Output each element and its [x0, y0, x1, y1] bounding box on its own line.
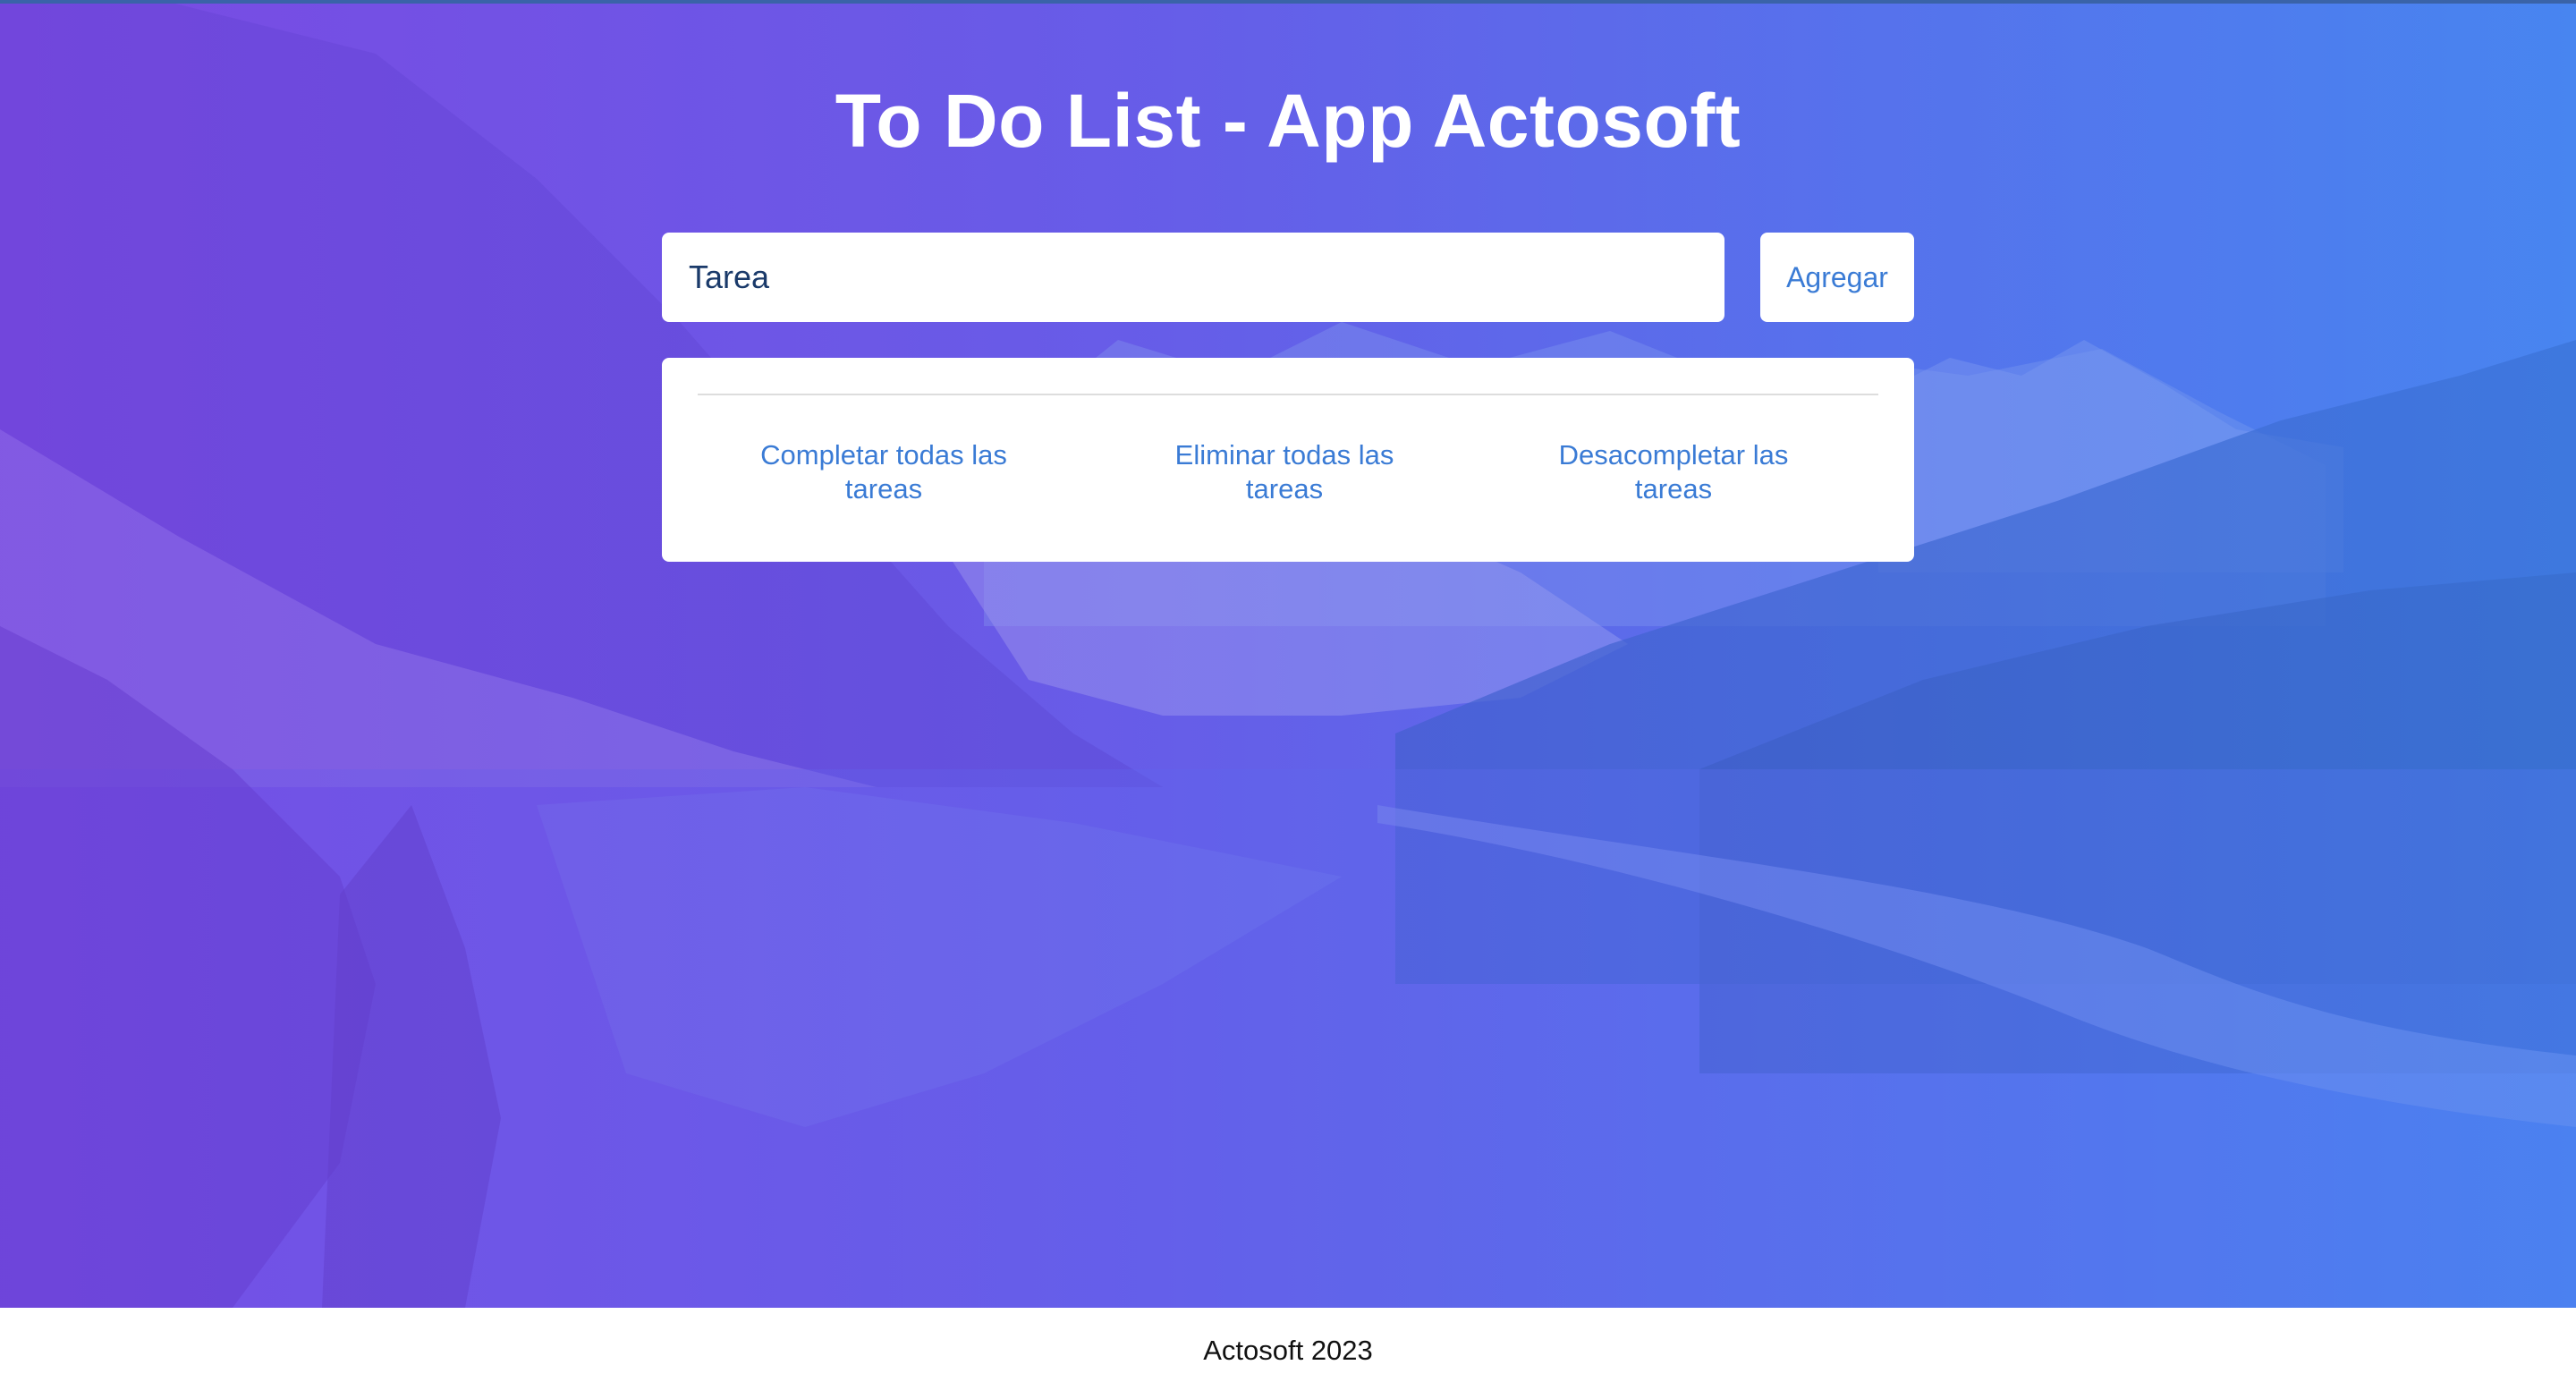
uncomplete-all-button[interactable]: Desacompletar las tareas	[1526, 438, 1821, 506]
hero-background: To Do List - App Actosoft Agregar Comple…	[0, 0, 2576, 1308]
top-border	[0, 0, 2576, 4]
task-input[interactable]	[662, 233, 1724, 322]
complete-all-button[interactable]: Completar todas las tareas	[733, 438, 1034, 506]
task-list-divider	[698, 394, 1878, 395]
footer: Actosoft 2023	[0, 1308, 2576, 1399]
task-panel: Completar todas las tareas Eliminar toda…	[662, 358, 1914, 562]
page-title: To Do List - App Actosoft	[835, 79, 1741, 163]
gradient-overlay	[0, 0, 2576, 1308]
add-task-button[interactable]: Agregar	[1760, 233, 1914, 322]
delete-all-button[interactable]: Eliminar todas las tareas	[1141, 438, 1428, 506]
footer-text: Actosoft 2023	[1203, 1335, 1373, 1366]
